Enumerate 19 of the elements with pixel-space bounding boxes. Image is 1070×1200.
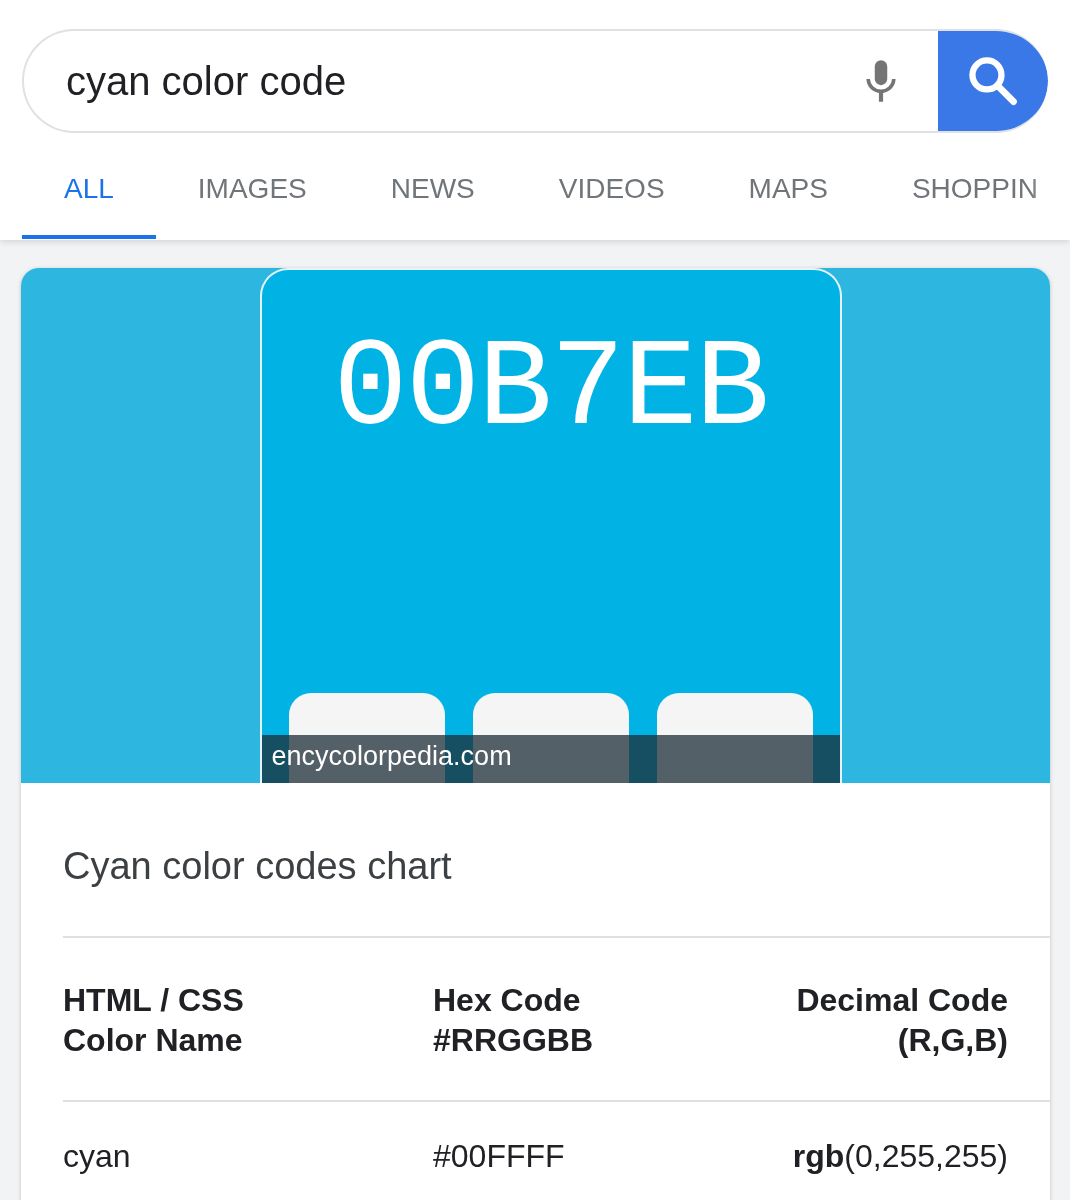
search-field[interactable]: cyan color code <box>22 29 1048 133</box>
column-header: Hex Code #RRGGBB <box>433 981 594 1060</box>
column-header: HTML / CSS Color Name <box>63 981 245 1060</box>
table-cell-text: rgb(0,255,255) <box>791 1137 1008 1176</box>
tab[interactable]: VIDEOS <box>516 157 707 239</box>
column-header: Decimal Code (R,G,B) <box>795 981 1008 1060</box>
search-button[interactable] <box>938 31 1048 131</box>
tab[interactable]: MAPS <box>706 157 870 239</box>
color-swatch[interactable]: 00B7EB encycolorpedia.com <box>259 268 842 783</box>
source-caption: encycolorpedia.com <box>261 735 840 783</box>
table-cell-text: cyan <box>63 1137 132 1176</box>
tab[interactable]: NEWS <box>348 157 517 239</box>
card-title: Cyan color codes chart <box>63 845 1050 938</box>
tab[interactable]: IMAGES <box>155 157 349 239</box>
table-cell-text: #00FFFF <box>433 1137 566 1176</box>
hex-label: 00B7EB <box>333 320 768 460</box>
tab[interactable]: ALL <box>22 157 156 239</box>
search-input[interactable]: cyan color code <box>24 58 856 104</box>
tab[interactable]: SHOPPIN <box>869 157 1070 239</box>
